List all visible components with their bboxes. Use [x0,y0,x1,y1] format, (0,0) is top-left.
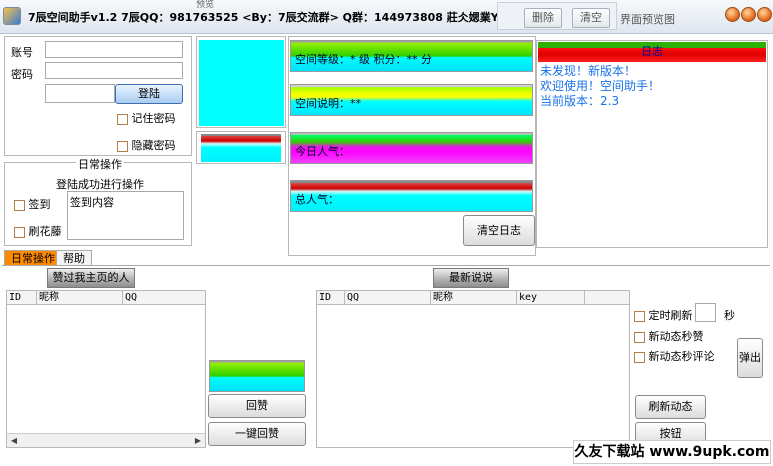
one-click-reply-button[interactable]: 一键回赞 [208,422,306,446]
captcha-input[interactable] [45,84,115,103]
refresh-seconds-input[interactable] [695,303,716,322]
new-talk-like-label: 新动态秒赞 [648,330,704,343]
visitors-list-header: ID 昵称 QQ [7,291,205,305]
daily-ops-title: 日常操作 [76,156,124,172]
account-label: 账号 [11,46,33,59]
column-id[interactable]: ID [317,291,345,305]
space-desc-text: 空间说明：** [295,97,361,110]
avatar [199,40,284,126]
login-button[interactable]: 登陆 [115,84,183,104]
tab-help[interactable]: 帮助 [56,250,92,266]
column-qq[interactable]: QQ [123,291,205,305]
reply-like-button[interactable]: 回赞 [208,394,306,418]
remember-password-checkbox[interactable] [117,113,128,125]
sign-in-label: 签到 [28,198,51,211]
delete-button[interactable]: 删除 [524,8,562,28]
talks-list-header: ID QQ 昵称 key [317,291,629,305]
log-line: 未发现！新版本！ [540,64,637,78]
column-key[interactable]: key [517,291,585,305]
scroll-right-icon[interactable]: ▶ [191,434,205,448]
today-pop-text: 今日人气： [295,145,350,158]
tab-daily-ops[interactable]: 日常操作 [4,250,62,266]
visitors-hscroll[interactable]: ◀ ▶ [7,433,205,447]
new-talk-like-option[interactable]: 新动态秒赞 [634,328,704,344]
sign-content-input[interactable]: 签到内容 [67,191,184,240]
hide-password-label: 隐藏密码 [131,139,176,152]
password-input[interactable] [45,62,183,79]
site-watermark: 久友下载站 www.9upk.com [573,440,771,464]
today-pop-bar: 今日人气： [290,132,533,164]
new-talk-like-checkbox[interactable] [634,331,645,343]
timed-refresh-checkbox[interactable] [634,310,645,322]
preview-image-label: 界面预览图 [620,13,675,26]
sign-in-checkbox[interactable] [14,199,25,211]
daily-ops-hint: 登陆成功进行操作 [56,178,144,191]
new-talk-comment-checkbox[interactable] [634,351,645,363]
talks-list[interactable]: ID QQ 昵称 key [316,290,630,448]
space-level-text: 空间等级：* 级 积分：** 分 [295,53,432,66]
column-nickname[interactable]: 昵称 [431,291,517,305]
window-title: 7辰空间助手v1.2 7辰QQ：981763525 <By：7辰交流群> Q群：… [28,11,571,24]
reply-bar [209,360,305,392]
account-input[interactable] [45,41,183,58]
hide-password-option[interactable]: 隐藏密码 [117,137,176,153]
scroll-left-icon[interactable]: ◀ [7,434,21,448]
column-nickname[interactable]: 昵称 [37,291,123,305]
total-pop-bar: 总人气： [290,180,533,212]
space-desc-bar: 空间说明：** [290,84,533,116]
level-bar [201,134,281,162]
maximize-icon[interactable] [741,7,756,22]
popup-button[interactable]: 弹出 [737,338,763,378]
total-pop-text: 总人气： [295,193,339,206]
remember-password-option[interactable]: 记住密码 [117,110,176,126]
visitors-header-button[interactable]: 赞过我主页的人 [47,268,135,288]
log-line: 欢迎使用！空间助手！ [540,79,661,93]
new-talk-comment-option[interactable]: 新动态秒评论 [634,348,715,364]
column-id[interactable]: ID [7,291,37,305]
log-content: 未发现！新版本！ 欢迎使用！空间助手！ 当前版本：2.3 [540,64,764,109]
column-extra[interactable] [585,291,629,305]
talks-header-button[interactable]: 最新说说 [433,268,509,288]
sign-in-option[interactable]: 签到 [14,196,51,212]
clear-button[interactable]: 清空 [572,8,610,28]
space-level-bar: 空间等级：* 级 积分：** 分 [290,40,533,72]
close-icon[interactable] [757,7,772,22]
refresh-talks-button[interactable]: 刷新动态 [635,395,706,419]
log-header: 日志 [538,42,766,62]
flowers-label: 刷花藤 [28,225,62,238]
column-qq[interactable]: QQ [345,291,431,305]
hide-password-checkbox[interactable] [117,140,128,152]
timed-refresh-option[interactable]: 定时刷新 [634,307,693,323]
flowers-option[interactable]: 刷花藤 [14,223,62,239]
remember-password-label: 记住密码 [131,112,176,125]
flowers-checkbox[interactable] [14,226,25,238]
app-icon [3,7,21,25]
minimize-icon[interactable] [725,7,740,22]
tab-divider [2,265,770,266]
log-line: 当前版本：2.3 [540,94,620,108]
password-label: 密码 [11,68,33,81]
new-talk-comment-label: 新动态秒评论 [648,350,715,363]
timed-refresh-label: 定时刷新 [648,309,693,322]
clear-log-button[interactable]: 清空日志 [463,215,535,246]
preview-label: 预览 [196,0,215,10]
seconds-label: 秒 [724,309,735,322]
visitors-list[interactable]: ID 昵称 QQ ◀ ▶ [6,290,206,448]
